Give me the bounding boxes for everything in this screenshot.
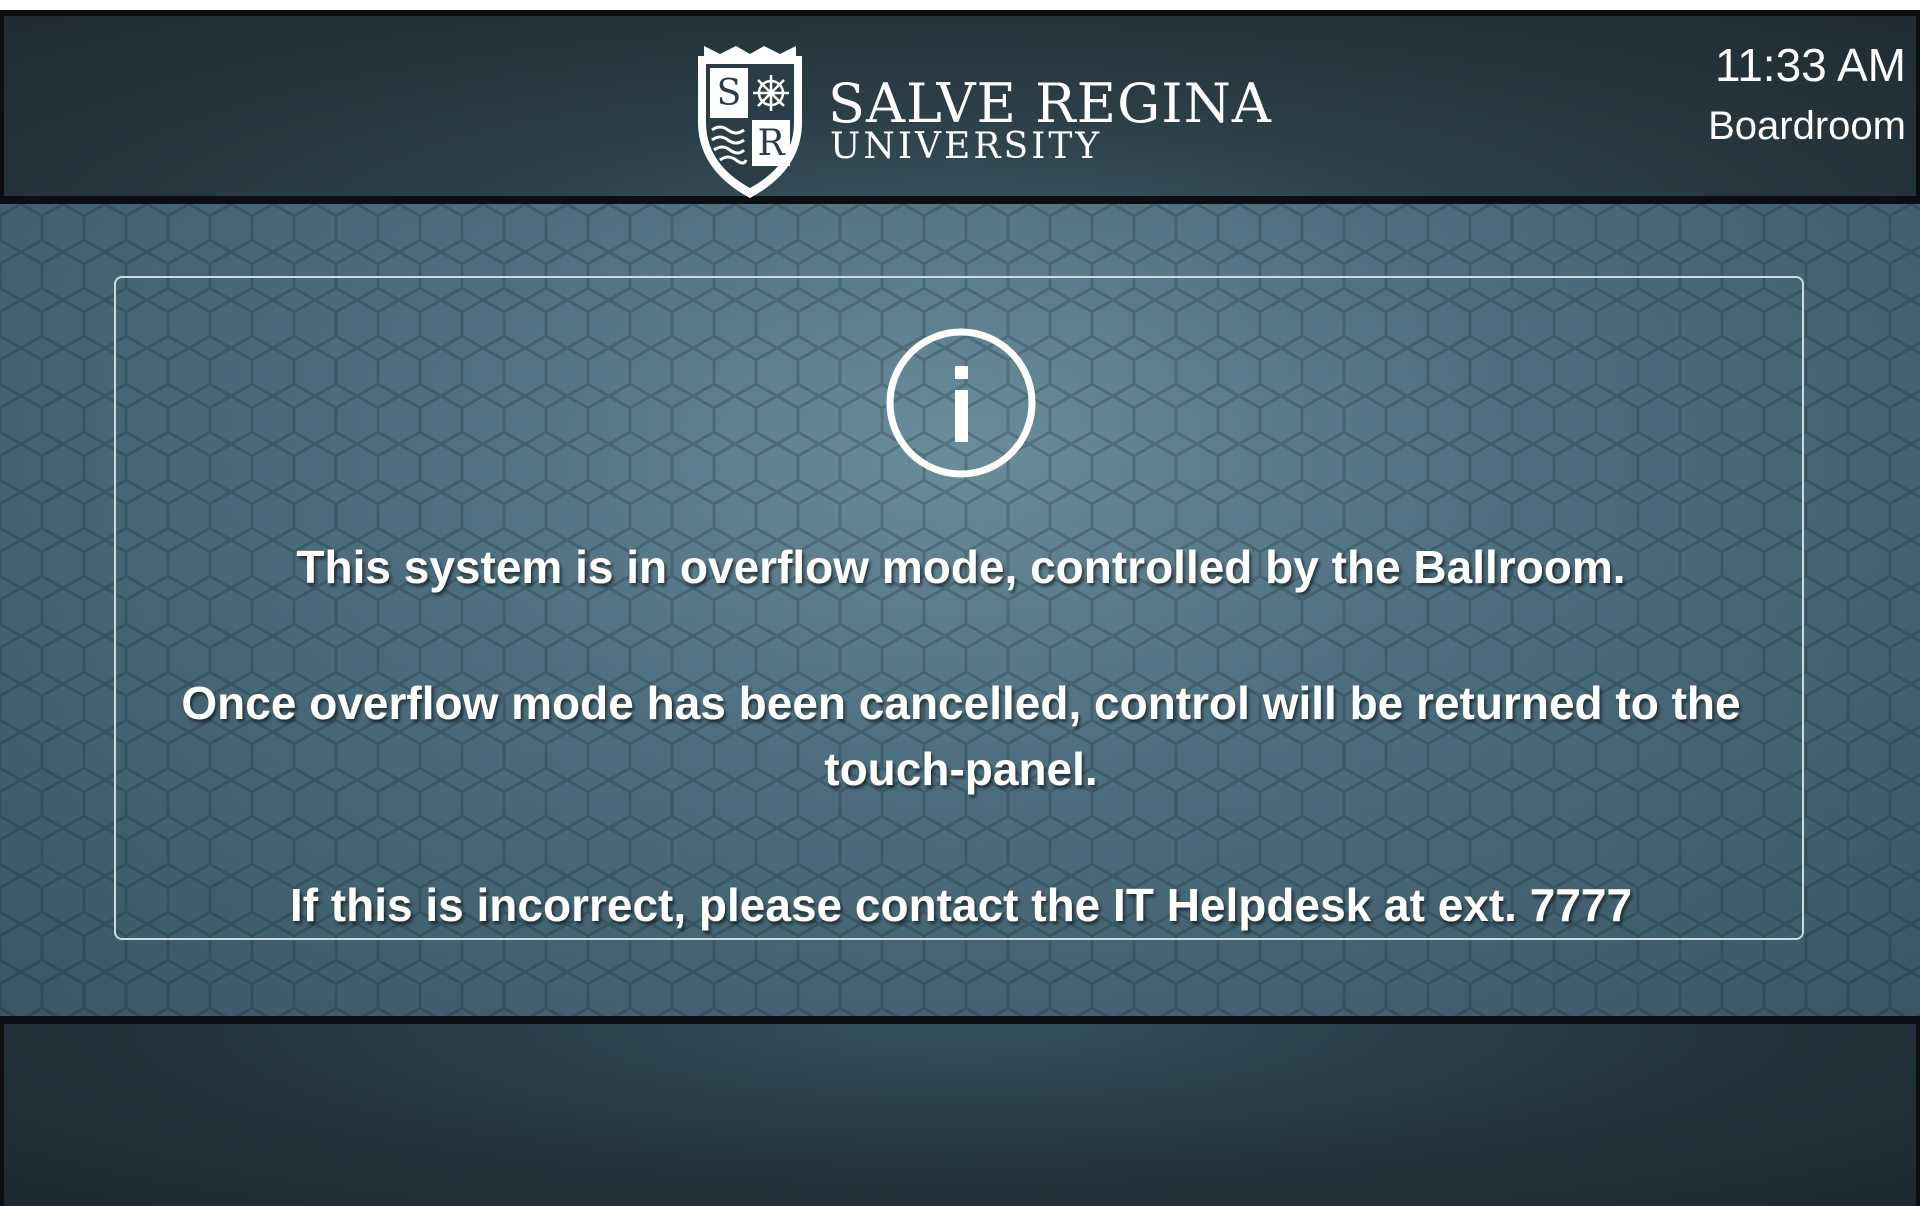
shield-crest-icon: S R: [698, 46, 802, 198]
overflow-return-text: Once overflow mode has been cancelled, c…: [181, 677, 1741, 795]
helpdesk-contact-text: If this is incorrect, please contact the…: [289, 879, 1633, 931]
overflow-status-text: This system is in overflow mode, control…: [296, 541, 1626, 593]
overflow-message-box: This system is in overflow mode, control…: [114, 276, 1804, 940]
header-bar: S R SALVE REGINA UNIVERSITY 11:33 AM Boa…: [4, 16, 1916, 198]
footer-bar: [4, 1024, 1916, 1206]
shield-letter-s: S: [717, 73, 742, 114]
room-name: Boardroom: [1708, 104, 1906, 148]
shield-letter-r: R: [757, 123, 785, 164]
touch-panel-screen: S R SALVE REGINA UNIVERSITY 11:33 AM Boa…: [0, 0, 1920, 1206]
university-logo: S R SALVE REGINA UNIVERSITY: [690, 42, 1271, 202]
clock-time: 11:33 AM: [1715, 39, 1906, 91]
main-content: This system is in overflow mode, control…: [0, 204, 1920, 1016]
brand-subtitle: UNIVERSITY: [830, 126, 1103, 167]
info-icon: [886, 328, 1036, 478]
